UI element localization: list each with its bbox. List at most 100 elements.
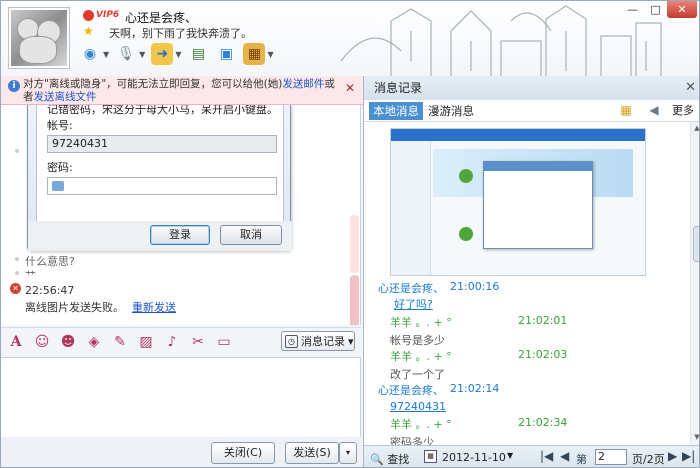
close-notice-icon[interactable]: ✕ [345, 82, 355, 95]
contact-toolbar: ◉ ▼ 🎙 ▼ ➜ ▼ ▤ ▣ ▦ ▼ [79, 43, 274, 65]
resend-link[interactable]: 重新发送 [132, 301, 176, 314]
list-item: 改了一个了 [390, 368, 445, 381]
calendar-icon[interactable]: ▦ [424, 450, 437, 463]
send-options-dropdown[interactable]: ▾ [339, 442, 357, 464]
error-icon: ✕ [10, 283, 21, 294]
page-total: 页/2页 [632, 453, 665, 466]
music-icon[interactable]: ♪ [163, 333, 181, 351]
close-window-button[interactable]: ✕ [667, 1, 697, 18]
chevron-down-icon[interactable]: ▼ [139, 50, 145, 59]
close-button[interactable]: 关闭(C) [211, 442, 275, 464]
list-item: 帐号是多少 [390, 334, 445, 347]
account-label: 帐号: [47, 119, 73, 132]
search-button[interactable]: 🔍 查找 [370, 451, 409, 467]
scribble-icon[interactable]: ✎ [111, 333, 129, 351]
next-page-icon[interactable]: ▶ [668, 449, 677, 463]
close-history-icon[interactable]: ✕ [685, 76, 696, 100]
separator-dot [15, 149, 19, 153]
list-item: 羊羊 。. + ° 21:02:01 [390, 314, 568, 329]
chevron-down-icon[interactable]: ▼ [175, 50, 181, 59]
search-icon: 🔍 [370, 453, 384, 466]
prev-page-icon[interactable]: ◀ [560, 449, 569, 463]
create-discussion-icon[interactable]: ▤ [187, 43, 209, 65]
chevron-down-icon: ▾ [348, 334, 354, 348]
list-item: 羊羊 。. + ° 21:02:03 [390, 348, 568, 363]
login-dialog-image: 记错密码，宋这分于母大小马，呆开启小键盘。 帐号: 97240431 密码: 登… [27, 105, 292, 251]
shake-icon[interactable]: ◈ [85, 333, 103, 351]
history-tabs: 本地消息 漫游消息 ▦ ◀ 更多 [364, 100, 699, 122]
screenshot-icon[interactable]: ✂ [189, 333, 207, 351]
chat-history-pane[interactable]: 记错密码，宋这分于母大小马，呆开启小键盘。 帐号: 97240431 密码: 登… [1, 105, 361, 325]
last-page-icon[interactable]: ▶| [682, 449, 695, 463]
magic-expression-icon[interactable]: ☻ [59, 333, 77, 351]
font-icon[interactable]: A [7, 333, 25, 351]
chevron-down-icon[interactable]: ▼ [103, 50, 109, 59]
window-controls: — □ ✕ [621, 1, 697, 18]
scrollbar-track[interactable] [350, 215, 359, 273]
voice-call-icon[interactable]: 🎙 [115, 43, 137, 65]
scrollbar-thumb[interactable] [350, 275, 359, 325]
list-item: 97240431 [390, 400, 446, 413]
history-footer: 🔍 查找 ▦ 2012-11-10 ▼ |◀ ◀ 第 2 页/2页 ▶ ▶| [364, 445, 699, 467]
star-icon: ★ [83, 24, 94, 38]
first-page-icon[interactable]: |◀ [540, 449, 553, 463]
minimize-button[interactable]: — [621, 1, 644, 18]
history-message-list[interactable]: 心还是会疼、 21:00:16 好了吗? 羊羊 。. + ° 21:02:01 帐号… [364, 122, 690, 445]
avatar[interactable] [8, 7, 70, 69]
password-label: 密码: [47, 161, 73, 174]
qq-chat-window: — □ ✕ VIP6 心还是会疼、 ★ 天啊，别下雨了我快奔溃了。 ◉ ▼ 🎙 ▼ … [0, 0, 700, 468]
message-timestamp: 22:56:47 [25, 284, 75, 297]
offline-notice-bar: i 对方"离线或隐身"，可能无法立即回复，您可以给他(她)发送邮件或者发送离线文… [1, 76, 363, 105]
password-field [47, 177, 277, 195]
keyboard-icon [52, 181, 64, 191]
app-box-icon[interactable]: ▦ [243, 43, 266, 65]
chat-message: 艹 [25, 269, 36, 282]
contact-signature: 天啊，别下雨了我快奔溃了。 [109, 27, 252, 40]
contact-nickname: 心还是会疼、 [125, 11, 198, 25]
chat-message: 离线图片发送失败。 重新发送 [25, 301, 176, 314]
more-tools-icon[interactable]: ▭ [215, 333, 233, 351]
chevron-down-icon[interactable]: ▼ [267, 50, 273, 59]
scrollbar-thumb[interactable] [693, 226, 699, 262]
image-icon[interactable]: ▨ [137, 333, 155, 351]
list-item: 心还是会疼、 21:00:16 [378, 280, 500, 295]
bottom-bar: 关闭(C) 发送(S) ▾ [1, 437, 363, 467]
message-history-panel: 消息记录 ✕ 本地消息 漫游消息 ▦ ◀ 更多 心还是会疼、 21:00:16 好… [363, 76, 699, 467]
page-number-input[interactable]: 2 [595, 449, 627, 465]
message-input[interactable] [1, 357, 361, 437]
send-file-icon[interactable]: ➜ [151, 43, 174, 65]
chevron-down-icon[interactable]: ▼ [507, 451, 513, 460]
screenshot-image [390, 128, 646, 276]
separator-dot [15, 271, 19, 275]
date-field[interactable]: 2012-11-10 [442, 451, 506, 464]
send-offline-file-link[interactable]: 发送离线文件 [34, 91, 97, 103]
separator-dot [15, 257, 19, 261]
more-button[interactable]: 更多 [672, 102, 694, 120]
info-icon: i [8, 80, 20, 92]
list-item: 密码多少 [390, 436, 434, 445]
history-icon: ◷ [285, 334, 298, 348]
speaker-icon[interactable]: ◀ [646, 103, 662, 119]
history-scrollbar[interactable]: ▲ ▼ [690, 122, 699, 445]
list-item: 好了吗? [394, 298, 433, 311]
tab-roaming-messages[interactable]: 漫游消息 [428, 102, 474, 120]
emoji-icon[interactable]: ☺ [33, 333, 51, 351]
maximize-button[interactable]: □ [644, 1, 667, 18]
message-history-button[interactable]: ◷ 消息记录 ▾ [281, 331, 355, 351]
list-item: 羊羊 。. + ° 21:02:34 [390, 416, 568, 431]
penguin-icon [83, 9, 94, 21]
list-item: 心还是会疼、 21:02:14 [378, 382, 500, 397]
tab-local-messages[interactable]: 本地消息 [369, 102, 423, 120]
login-button: 登录 [150, 225, 210, 245]
export-icon[interactable]: ▦ [618, 103, 634, 119]
vip-badge[interactable]: VIP6 [83, 9, 123, 21]
scroll-down-icon[interactable]: ▼ [692, 433, 699, 443]
scroll-up-icon[interactable]: ▲ [692, 124, 699, 134]
send-mail-link[interactable]: 发送邮件 [282, 78, 324, 90]
account-field: 97240431 [47, 135, 277, 153]
video-call-icon[interactable]: ◉ [79, 43, 101, 65]
dialog-hint: 记错密码，宋这分于母大小马，呆开启小键盘。 [47, 105, 277, 116]
history-panel-header: 消息记录 ✕ [364, 76, 699, 100]
remote-desktop-icon[interactable]: ▣ [215, 43, 237, 65]
send-button[interactable]: 发送(S) [285, 442, 339, 464]
